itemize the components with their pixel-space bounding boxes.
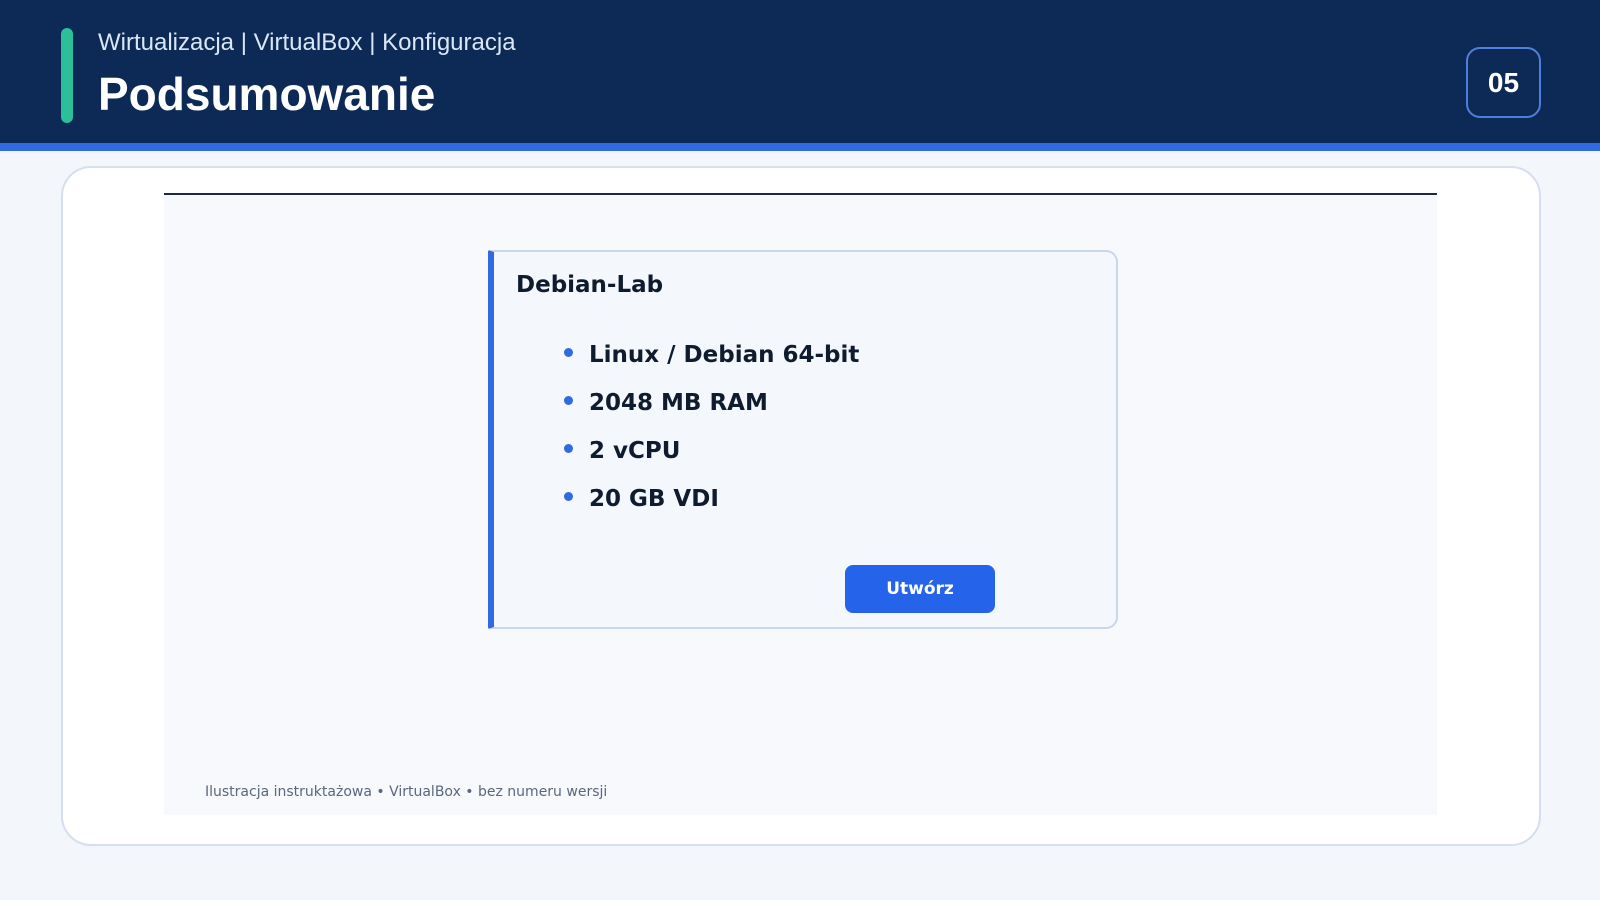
spec-item-os: Linux / Debian 64-bit — [564, 340, 859, 388]
vm-summary-dialog: Debian-Lab Linux / Debian 64-bit 2048 MB… — [488, 250, 1118, 629]
page-title: Podsumowanie — [98, 68, 436, 120]
spec-item-disk: 20 GB VDI — [564, 484, 859, 532]
caption: Ilustracja instruktażowa • VirtualBox • … — [205, 784, 608, 800]
create-button[interactable]: Utwórz — [845, 565, 995, 613]
bullet-icon — [564, 492, 573, 501]
spec-item-label: Linux / Debian 64-bit — [589, 342, 860, 368]
top-rule — [164, 193, 1437, 195]
bullet-icon — [564, 348, 573, 357]
slide-number-badge: 05 — [1466, 47, 1541, 118]
spec-item-ram: 2048 MB RAM — [564, 388, 859, 436]
spec-item-cpu: 2 vCPU — [564, 436, 859, 484]
bullet-icon — [564, 396, 573, 405]
header-accent-bar — [61, 28, 73, 123]
bullet-icon — [564, 444, 573, 453]
spec-item-label: 2 vCPU — [589, 438, 681, 464]
breadcrumb: Wirtualizacja | VirtualBox | Konfiguracj… — [98, 29, 516, 56]
spec-item-label: 20 GB VDI — [589, 486, 719, 512]
screenshot-area: Debian-Lab Linux / Debian 64-bit 2048 MB… — [164, 193, 1437, 815]
spec-item-label: 2048 MB RAM — [589, 390, 768, 416]
vm-name-label: Debian-Lab — [516, 272, 664, 298]
header-divider — [0, 143, 1600, 151]
spec-list: Linux / Debian 64-bit 2048 MB RAM 2 vCPU… — [564, 340, 859, 532]
